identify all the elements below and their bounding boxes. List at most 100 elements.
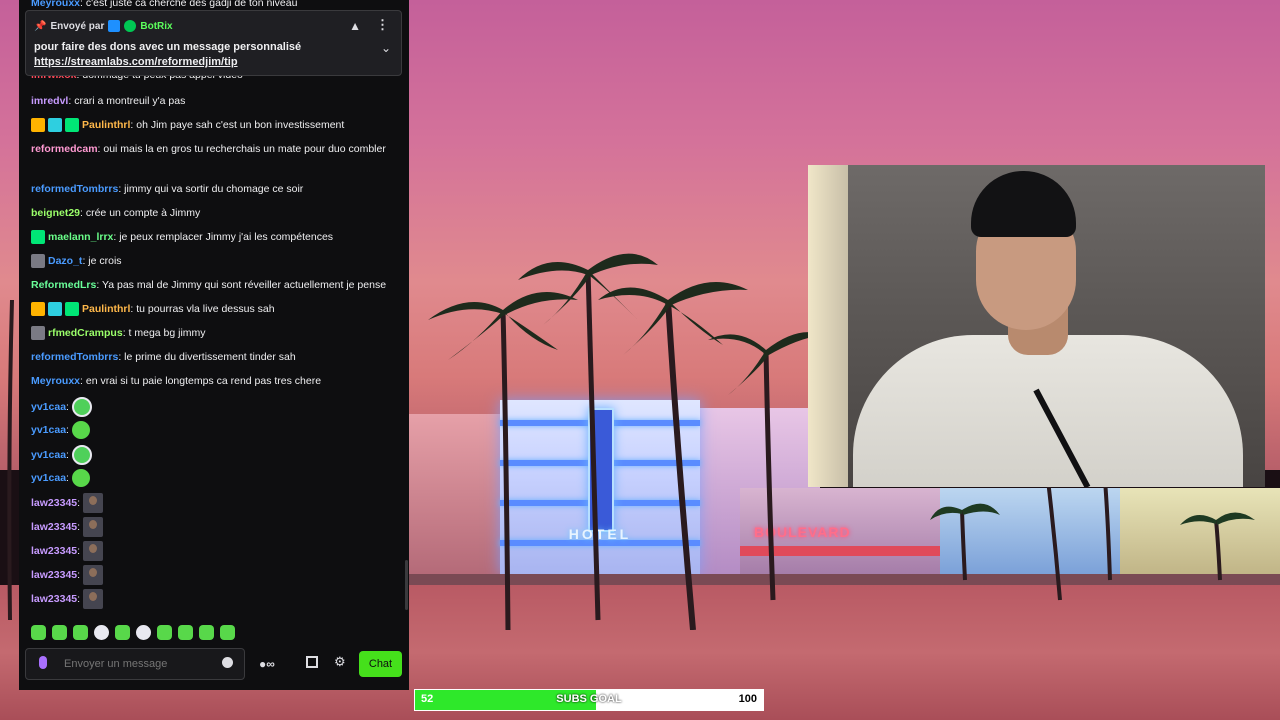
chat-message: Paulinthrl: tu pourras vla live dessus s… (31, 300, 396, 319)
chat-message: ReformedLrs: Ya pas mal de Jimmy qui son… (31, 276, 396, 295)
emote-7[interactable] (157, 624, 172, 640)
emote-face-icon (82, 517, 103, 537)
chat-message: law23345: (31, 541, 396, 561)
chat-username[interactable]: rfmedCrampus (48, 327, 123, 339)
gray-badge-icon[interactable] (31, 326, 45, 341)
emote-9[interactable] (199, 624, 214, 640)
emote-face-icon (82, 589, 103, 609)
chat-message: yv1caa: (31, 469, 396, 488)
chat-message: yv1caa: (31, 397, 396, 417)
emote-face-icon (82, 565, 103, 585)
emote-3[interactable] (73, 624, 88, 640)
chat-message: reformedTombrrs: jimmy qui va sortir du … (31, 180, 396, 199)
chat-username[interactable]: yv1caa (31, 401, 66, 413)
beanie (971, 171, 1076, 237)
emote-8[interactable] (178, 624, 193, 640)
chat-message: law23345: (31, 493, 396, 513)
more-options-icon[interactable]: ⋮ (376, 17, 389, 33)
chat-text: : oui mais la en gros tu recherchais un … (97, 143, 386, 155)
chat-scrollbar[interactable] (405, 560, 408, 610)
pin-icon[interactable]: ▲ (349, 19, 361, 33)
chat-username[interactable]: beignet29 (31, 207, 80, 219)
chat-username[interactable]: reformedTombrrs (31, 351, 118, 363)
gray-badge-icon[interactable] (31, 254, 45, 269)
emote-4[interactable] (94, 624, 109, 640)
subs-goal-bar: 52 SUBS GOAL 100 (414, 689, 764, 711)
chat-panel: Meyrouxx: c'est juste ca cherche des gad… (19, 0, 409, 690)
sub-badge-icon[interactable] (48, 118, 62, 133)
chat-message-input[interactable] (25, 648, 245, 680)
chat-username[interactable]: reformedTombrrs (31, 183, 118, 195)
goal-label: SUBS GOAL (556, 693, 622, 705)
chat-text: : jimmy qui va sortir du chomage ce soir (118, 183, 304, 195)
emote-crazy-icon (71, 397, 92, 417)
chat-username[interactable]: Meyrouxx (31, 0, 80, 9)
chat-username[interactable]: Meyrouxx (31, 375, 80, 387)
emote-face-icon (82, 493, 103, 513)
chat-username[interactable]: law23345 (31, 497, 77, 509)
chat-username[interactable]: yv1caa (31, 424, 66, 436)
chat-message: law23345: (31, 589, 396, 609)
chat-username[interactable]: Paulinthrl (82, 119, 130, 131)
chat-message: law23345: (31, 565, 396, 585)
emote-2[interactable] (52, 624, 67, 640)
chat-username[interactable]: ReformedLrs (31, 279, 96, 291)
gift-badge-icon[interactable] (65, 118, 79, 133)
chat-message: yv1caa: (31, 445, 396, 465)
emote-face-icon (82, 541, 103, 561)
pinned-sender[interactable]: BotRix (140, 21, 172, 32)
chat-text: : t mega bg jimmy (122, 327, 206, 339)
gear-icon[interactable]: ⚙ (334, 654, 346, 670)
chat-username[interactable]: yv1caa (31, 449, 66, 461)
crown-badge-icon[interactable] (31, 302, 45, 317)
chevron-down-icon[interactable]: ⌄ (381, 41, 391, 55)
emote-10[interactable] (220, 624, 235, 640)
chat-input-row: ●∞ ⚙ Chat (25, 648, 403, 680)
emote-6[interactable] (136, 624, 151, 640)
chat-username[interactable]: reformedcam (31, 143, 98, 155)
chat-text: : en vrai si tu paie longtemps ca rend p… (80, 375, 322, 387)
points-label: ∞ (266, 657, 275, 671)
webcam-feed (808, 165, 1265, 487)
chat-text: : Ya pas mal de Jimmy qui sont réveiller… (96, 279, 387, 291)
emote-1[interactable] (31, 624, 46, 640)
chat-text: : je crois (82, 255, 122, 267)
pinned-text: pour faire des dons avec un message pers… (34, 41, 302, 53)
chat-text: : le prime du divertissement tinder sah (118, 351, 296, 363)
chat-username[interactable]: yv1caa (31, 472, 66, 484)
emote-crazy-icon (71, 445, 92, 465)
chat-username[interactable]: law23345 (31, 569, 77, 581)
emote-5[interactable] (115, 624, 130, 640)
palm-trees-right (930, 480, 1255, 601)
chat-username[interactable]: imredvl (31, 95, 68, 107)
pinned-message[interactable]: 📌 Envoyé par BotRix ▲ ⋮ ⌄ pour faire des… (25, 10, 402, 76)
palm-trees (428, 253, 823, 630)
microphone-icon[interactable] (39, 656, 47, 669)
sent-by-label: Envoyé par (50, 20, 105, 32)
chat-username[interactable]: law23345 (31, 593, 77, 605)
chat-text: : tu pourras vla live dessus sah (130, 303, 275, 315)
chat-username[interactable]: maelann_lrrx (48, 231, 113, 243)
store-icon[interactable] (306, 656, 318, 668)
pinned-link[interactable]: https://streamlabs.com/reformedjim/tip (34, 56, 238, 68)
chat-send-button[interactable]: Chat (359, 651, 402, 677)
chat-username[interactable]: law23345 (31, 521, 77, 533)
chat-username[interactable]: law23345 (31, 545, 77, 557)
chat-text: : crée un compte à Jimmy (80, 207, 201, 219)
emote-green-icon (71, 421, 90, 440)
channel-points-icon[interactable]: ●∞ (259, 657, 275, 671)
chat-message: Dazo_t: je crois (31, 252, 396, 271)
crown-badge-icon[interactable] (31, 118, 45, 133)
chat-message: Meyrouxx: en vrai si tu paie longtemps c… (31, 372, 396, 391)
pin-small-icon: 📌 (34, 20, 47, 32)
chat-message: reformedcam: oui mais la en gros tu rech… (31, 140, 396, 159)
chat-message: beignet29: crée un compte à Jimmy (31, 204, 396, 223)
gift-badge-icon[interactable] (65, 302, 79, 317)
chat-username[interactable]: Dazo_t (48, 255, 82, 267)
gift-badge-icon[interactable] (31, 230, 45, 245)
sub-badge-icon[interactable] (48, 302, 62, 317)
emoji-picker-icon[interactable] (222, 657, 233, 668)
chat-message: yv1caa: (31, 421, 396, 440)
verified-badge-icon (124, 20, 137, 32)
chat-username[interactable]: Paulinthrl (82, 303, 130, 315)
